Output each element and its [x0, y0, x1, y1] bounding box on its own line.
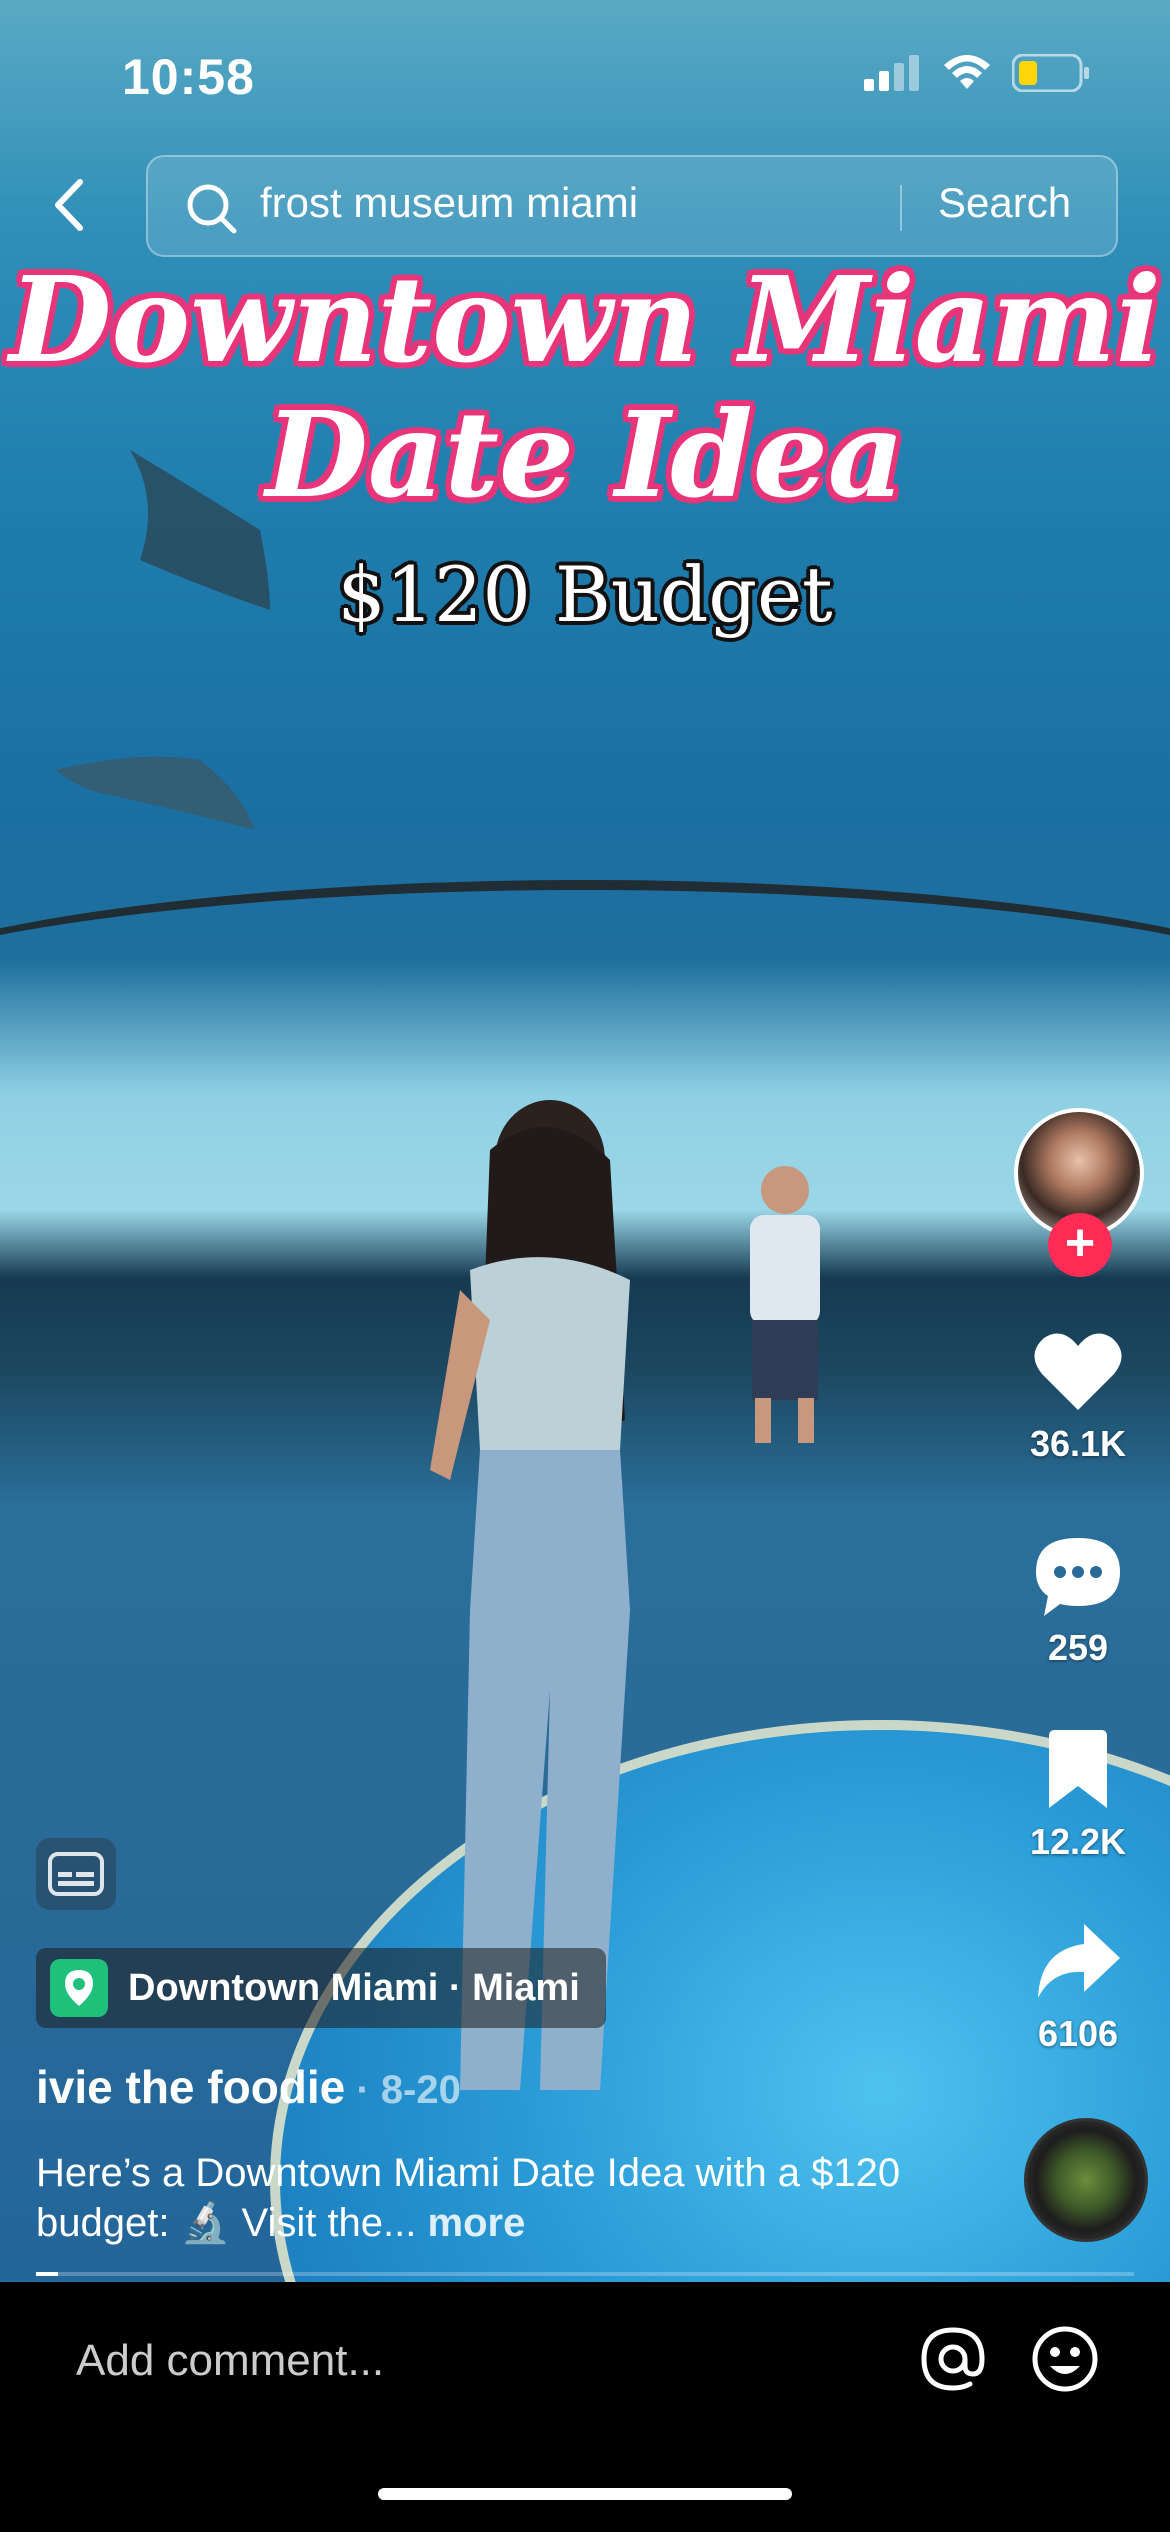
back-arrow-icon[interactable]	[40, 170, 100, 240]
comment-count: 259	[1047, 1627, 1109, 1668]
location-pin-icon	[50, 1959, 108, 2017]
clock: 10:58	[122, 49, 255, 105]
search-icon	[187, 184, 237, 234]
emoji-icon[interactable]	[1030, 2324, 1100, 2394]
background-person	[750, 1166, 820, 1443]
video-progress-fill	[36, 2272, 58, 2276]
heart-icon	[1034, 1333, 1122, 1410]
save-button[interactable]: 12.2K	[1008, 1728, 1148, 1863]
save-count: 12.2K	[1029, 1821, 1127, 1862]
subtitles-icon	[48, 1852, 104, 1896]
comment-bubble-icon	[1036, 1538, 1120, 1616]
follow-button[interactable]: +	[1048, 1213, 1112, 1277]
more-link[interactable]: more	[428, 2201, 526, 2245]
status-bar: 10:58	[0, 0, 1170, 150]
mention-at-icon[interactable]	[918, 2324, 988, 2394]
location-tag[interactable]: Downtown Miami · Miami	[36, 1948, 606, 2028]
overlay-title-line1: Downtown Miami	[9, 250, 1161, 389]
search-button[interactable]: Search	[938, 179, 1071, 227]
search-bar[interactable]: frost museum miami Search	[146, 155, 1118, 257]
author-label: ivie the foodie	[36, 2061, 346, 2113]
share-count: 6106	[1037, 2013, 1119, 2054]
like-button[interactable]: 36.1K	[1008, 1330, 1148, 1465]
status-icons	[864, 54, 1090, 92]
wifi-icon	[944, 55, 990, 89]
post-date: · 8-20	[345, 2068, 461, 2112]
overlay-title-line2: Date Idea	[265, 385, 905, 524]
overlay-budget: $120 Budget	[337, 550, 833, 639]
video-progress-bar[interactable]	[36, 2272, 1134, 2276]
comment-button[interactable]: 259	[1008, 1534, 1148, 1669]
like-count: 36.1K	[1029, 1423, 1127, 1464]
comment-input[interactable]: Add comment...	[76, 2336, 384, 2386]
post-description[interactable]: Here’s a Downtown Miami Date Idea with a…	[36, 2148, 976, 2248]
share-arrow-icon	[1038, 1924, 1120, 1998]
home-indicator	[378, 2488, 792, 2500]
bookmark-icon	[1049, 1730, 1107, 1808]
author-name[interactable]: ivie the foodie · 8-20	[36, 2060, 461, 2114]
battery-icon	[1012, 54, 1089, 92]
captions-icon[interactable]	[36, 1838, 116, 1910]
share-button[interactable]: 6106	[1008, 1920, 1148, 2055]
comment-bar: Add comment...	[0, 2282, 1170, 2452]
search-input[interactable]: frost museum miami	[260, 179, 638, 227]
search-divider	[900, 185, 902, 231]
manta-ray-shape	[55, 756, 255, 830]
location-label: Downtown Miami · Miami	[128, 1966, 580, 2009]
music-disc-icon[interactable]	[1024, 2118, 1148, 2242]
cellular-signal-icon	[864, 55, 919, 91]
